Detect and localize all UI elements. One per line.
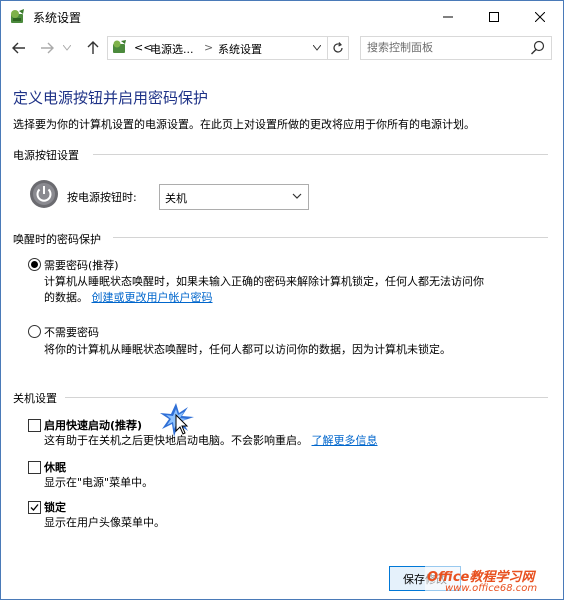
page-title: 定义电源按钮并启用密码保护 bbox=[13, 89, 209, 107]
fast-startup-checkbox[interactable] bbox=[28, 419, 41, 432]
control-panel-icon bbox=[113, 40, 126, 53]
chevron-down-icon bbox=[292, 193, 302, 199]
section-divider bbox=[65, 397, 548, 398]
section-divider bbox=[113, 237, 548, 238]
require-password-description-end: 的数据。 bbox=[44, 291, 88, 304]
system-settings-window: 系统设置 << 电源选... > 系统设置 搜索控制面板 定义电源按钮并启用密码… bbox=[0, 0, 564, 600]
shutdown-section-title: 关机设置 bbox=[13, 392, 57, 405]
power-options-app-icon bbox=[11, 9, 24, 23]
back-arrow-icon bbox=[12, 42, 25, 54]
forward-arrow-icon bbox=[41, 42, 54, 54]
power-button-section-title: 电源按钮设置 bbox=[13, 149, 79, 162]
search-box[interactable] bbox=[360, 36, 552, 60]
recent-pages-dropdown[interactable] bbox=[61, 38, 73, 58]
require-password-description: 计算机从睡眠状态唤醒时，如果未输入正确的密码来解除计算机锁定，任何人都无法访问你 bbox=[44, 275, 484, 288]
lock-checkbox[interactable] bbox=[28, 501, 41, 514]
refresh-icon bbox=[333, 42, 343, 53]
chevron-down-icon bbox=[313, 45, 321, 51]
create-password-link[interactable]: 创建或更改用户帐户密码 bbox=[92, 291, 213, 304]
breadcrumb-separator: > bbox=[204, 41, 214, 54]
up-arrow-icon bbox=[87, 41, 99, 54]
window-title: 系统设置 bbox=[33, 11, 82, 25]
power-button-action-label: 按电源按钮时: bbox=[67, 191, 137, 204]
learn-more-link[interactable]: 了解更多信息 bbox=[312, 434, 378, 447]
section-divider bbox=[93, 154, 548, 155]
fast-startup-label[interactable]: 启用快速启动(推荐) bbox=[44, 417, 142, 433]
address-dropdown-button[interactable] bbox=[307, 37, 327, 59]
search-icon bbox=[531, 40, 545, 55]
lock-label[interactable]: 锁定 bbox=[44, 499, 66, 515]
require-password-radio[interactable] bbox=[28, 258, 41, 271]
office68-watermark: Office教程学习网 www.office68.com bbox=[425, 565, 559, 597]
wake-password-section-title: 唤醒时的密码保护 bbox=[13, 233, 101, 246]
no-password-description: 将你的计算机从睡眠状态唤醒时，任何人都可以访问你的数据，因为计算机未锁定。 bbox=[44, 343, 451, 356]
address-bar[interactable]: << 电源选... > 系统设置 bbox=[107, 36, 349, 60]
chevron-down-icon bbox=[63, 45, 71, 51]
close-button[interactable] bbox=[517, 1, 563, 32]
close-icon bbox=[535, 11, 545, 22]
search-input[interactable] bbox=[367, 39, 517, 55]
hibernate-description: 显示在"电源"菜单中。 bbox=[44, 476, 154, 489]
breadcrumb-system-settings[interactable]: 系统设置 bbox=[218, 41, 262, 57]
fast-startup-description: 这有助于在关机之后更快地启动电脑。不会影响重启。 了解更多信息 bbox=[44, 433, 378, 449]
mouse-cursor-icon bbox=[160, 403, 194, 437]
up-button[interactable] bbox=[83, 38, 103, 58]
power-button-action-select[interactable]: 关机 bbox=[159, 184, 309, 210]
title-bar: 系统设置 bbox=[1, 1, 563, 32]
checkmark-icon bbox=[30, 504, 39, 511]
lock-description: 显示在用户头像菜单中。 bbox=[44, 516, 165, 529]
watermark-url: www.office68.com bbox=[445, 583, 538, 594]
power-button-icon bbox=[30, 180, 58, 208]
hibernate-checkbox[interactable] bbox=[28, 461, 41, 474]
maximize-button[interactable] bbox=[471, 1, 517, 32]
maximize-icon bbox=[489, 11, 499, 22]
refresh-button[interactable] bbox=[327, 37, 348, 59]
require-password-label[interactable]: 需要密码(推荐) bbox=[44, 257, 119, 273]
back-button[interactable] bbox=[9, 38, 29, 58]
power-button-action-value: 关机 bbox=[165, 192, 187, 205]
no-password-radio[interactable] bbox=[28, 325, 41, 338]
hibernate-label[interactable]: 休眠 bbox=[44, 459, 66, 475]
minimize-button[interactable] bbox=[425, 1, 471, 32]
require-password-description-2: 的数据。 创建或更改用户帐户密码 bbox=[44, 290, 213, 306]
minimize-icon bbox=[443, 16, 453, 17]
no-password-label[interactable]: 不需要密码 bbox=[44, 324, 99, 340]
breadcrumb-power-options[interactable]: 电源选... bbox=[150, 41, 194, 57]
page-subtitle: 选择要为你的计算机设置的电源设置。在此页上对设置所做的更改将应用于你所有的电源计… bbox=[13, 118, 475, 131]
forward-button[interactable] bbox=[37, 38, 57, 58]
